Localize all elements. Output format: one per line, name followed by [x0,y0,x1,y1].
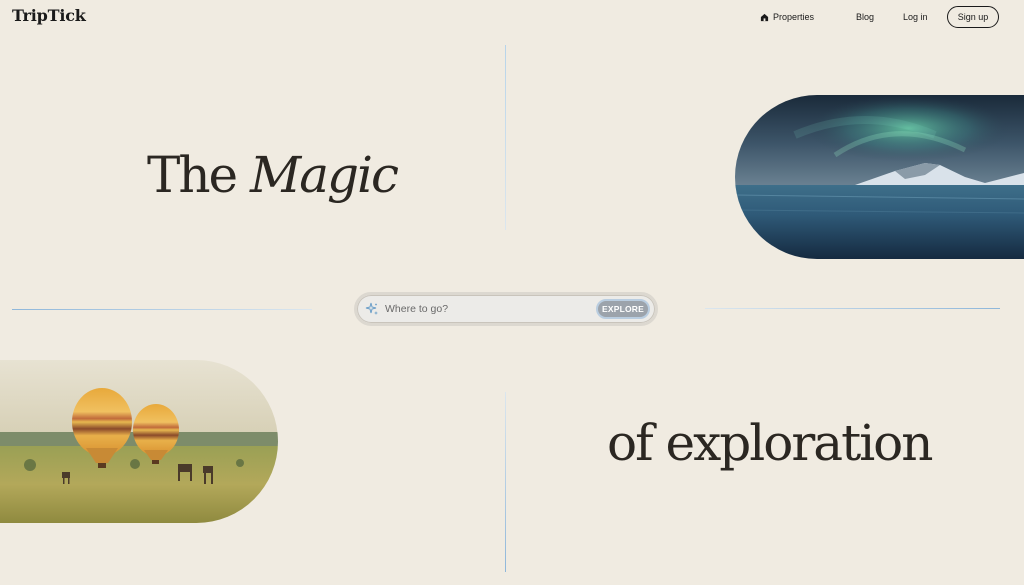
hero-headline-top: The Magic [147,146,399,204]
signup-button[interactable]: Sign up [947,6,999,28]
divider-horizontal-left [12,309,312,310]
hero-headline-top-italic: Magic [250,146,399,204]
home-icon [760,13,769,21]
explore-button[interactable]: EXPLORE [596,299,650,319]
brand-logo[interactable]: TripTick [12,6,86,25]
search-input[interactable] [383,302,587,316]
divider-vertical-top [505,45,506,230]
hero-headline-top-plain: The [147,146,251,204]
nav-properties-label: Properties [773,12,815,22]
aurora-lake-image [735,95,1024,259]
nav-properties-link[interactable]: Properties [760,12,814,22]
balloons-safari-image [0,360,278,523]
divider-horizontal-right [705,308,1000,309]
explore-label: EXPLORE [601,304,645,314]
landing-page: TripTick Properties Blog Log in Sign up … [0,0,1024,585]
nav-login-link[interactable]: Log in [903,12,928,22]
signup-label: Sign up [957,12,989,22]
nav-blog-link[interactable]: Blog [856,12,874,22]
hero-headline-bottom: of exploration [607,414,933,472]
nav-login-label: Log in [903,12,928,22]
search-bar: EXPLORE [354,292,658,326]
sparkle-icon [365,302,378,315]
nav-blog-label: Blog [856,12,875,22]
divider-vertical-bottom [505,392,506,572]
